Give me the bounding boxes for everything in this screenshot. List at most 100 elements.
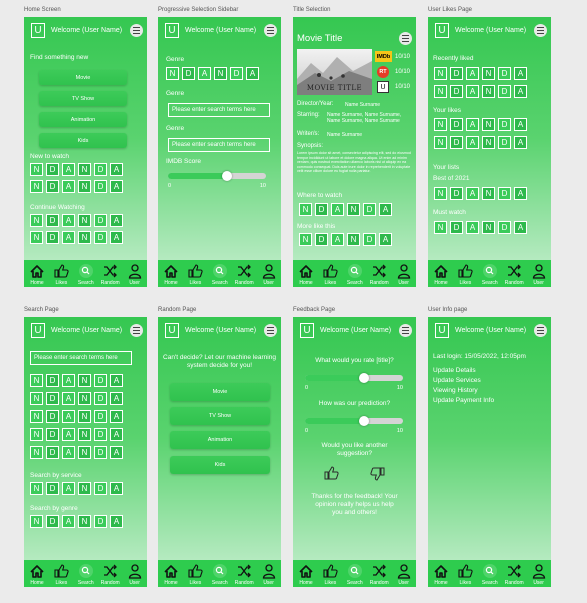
nav-search[interactable]: Search: [343, 260, 367, 287]
search-input[interactable]: Please enter search terms here: [168, 103, 270, 117]
content-tile[interactable]: A: [246, 67, 259, 80]
content-tile[interactable]: A: [110, 446, 123, 459]
content-tile[interactable]: D: [46, 180, 59, 193]
content-tile[interactable]: A: [110, 428, 123, 441]
content-tile[interactable]: A: [62, 231, 75, 244]
content-tile[interactable]: D: [94, 214, 107, 227]
content-tile[interactable]: D: [498, 67, 511, 80]
content-tile[interactable]: A: [62, 374, 75, 387]
content-tile[interactable]: A: [62, 446, 75, 459]
content-tile[interactable]: A: [514, 67, 527, 80]
content-tile[interactable]: N: [30, 410, 43, 423]
content-tile[interactable]: D: [46, 446, 59, 459]
content-tile[interactable]: D: [498, 136, 511, 149]
content-tile[interactable]: A: [110, 410, 123, 423]
search-input[interactable]: Please enter search terms here: [30, 351, 132, 365]
nav-home[interactable]: Home: [25, 260, 49, 287]
content-tile[interactable]: N: [78, 374, 91, 387]
nav-likes[interactable]: Likes: [183, 560, 207, 587]
kids-button[interactable]: Kids: [170, 456, 270, 474]
nav-home[interactable]: Home: [294, 560, 318, 587]
update-details-link[interactable]: Update Details: [433, 366, 476, 376]
content-tile[interactable]: N: [434, 136, 447, 149]
content-tile[interactable]: A: [466, 221, 479, 234]
content-tile[interactable]: D: [498, 118, 511, 131]
nav-user[interactable]: User: [257, 560, 281, 587]
nav-user[interactable]: User: [257, 260, 281, 287]
content-tile[interactable]: N: [347, 203, 360, 216]
content-tile[interactable]: D: [94, 374, 107, 387]
nav-random[interactable]: Random: [502, 560, 526, 587]
content-tile[interactable]: D: [315, 203, 328, 216]
content-tile[interactable]: D: [450, 187, 463, 200]
content-tile[interactable]: D: [450, 67, 463, 80]
content-tile[interactable]: D: [450, 221, 463, 234]
content-tile[interactable]: N: [166, 67, 179, 80]
content-tile[interactable]: D: [94, 515, 107, 528]
nav-user[interactable]: User: [392, 560, 416, 587]
content-tile[interactable]: A: [110, 214, 123, 227]
content-tile[interactable]: A: [62, 482, 75, 495]
nav-search[interactable]: Search: [74, 560, 98, 587]
update-payment-link[interactable]: Update Payment Info: [433, 396, 494, 406]
thumbs-up-icon[interactable]: [323, 465, 339, 481]
kids-button[interactable]: Kids: [39, 133, 127, 148]
prediction-slider[interactable]: 0 10: [305, 416, 403, 434]
content-tile[interactable]: A: [110, 515, 123, 528]
movie-button[interactable]: Movie: [39, 70, 127, 85]
content-tile[interactable]: N: [78, 392, 91, 405]
content-tile[interactable]: N: [78, 410, 91, 423]
movie-button[interactable]: Movie: [170, 383, 270, 401]
content-tile[interactable]: A: [62, 214, 75, 227]
content-tile[interactable]: N: [434, 118, 447, 131]
content-tile[interactable]: A: [331, 203, 344, 216]
update-services-link[interactable]: Update Services: [433, 376, 481, 386]
content-tile[interactable]: N: [78, 163, 91, 176]
content-tile[interactable]: A: [62, 428, 75, 441]
content-tile[interactable]: N: [30, 428, 43, 441]
content-tile[interactable]: D: [46, 163, 59, 176]
content-tile[interactable]: D: [46, 410, 59, 423]
content-tile[interactable]: D: [46, 392, 59, 405]
content-tile[interactable]: N: [299, 203, 312, 216]
nav-user[interactable]: User: [392, 260, 416, 287]
tv-show-button[interactable]: TV Show: [39, 91, 127, 106]
content-tile[interactable]: A: [110, 231, 123, 244]
nav-home[interactable]: Home: [429, 260, 453, 287]
content-tile[interactable]: D: [94, 428, 107, 441]
content-tile[interactable]: D: [363, 233, 376, 246]
content-tile[interactable]: N: [30, 392, 43, 405]
content-tile[interactable]: D: [94, 446, 107, 459]
content-tile[interactable]: N: [30, 180, 43, 193]
content-tile[interactable]: N: [30, 482, 43, 495]
slider-knob[interactable]: [358, 416, 369, 426]
content-tile[interactable]: A: [466, 85, 479, 98]
content-tile[interactable]: N: [78, 446, 91, 459]
content-tile[interactable]: N: [30, 374, 43, 387]
nav-likes[interactable]: Likes: [318, 260, 342, 287]
content-tile[interactable]: A: [466, 187, 479, 200]
tv-show-button[interactable]: TV Show: [170, 407, 270, 425]
content-tile[interactable]: A: [62, 163, 75, 176]
content-tile[interactable]: N: [78, 231, 91, 244]
content-tile[interactable]: A: [379, 203, 392, 216]
content-tile[interactable]: A: [466, 136, 479, 149]
nav-search[interactable]: Search: [208, 260, 232, 287]
content-tile[interactable]: A: [514, 187, 527, 200]
content-tile[interactable]: D: [94, 163, 107, 176]
content-tile[interactable]: D: [46, 374, 59, 387]
nav-user[interactable]: User: [527, 560, 551, 587]
nav-search[interactable]: Search: [343, 560, 367, 587]
content-tile[interactable]: D: [46, 515, 59, 528]
content-tile[interactable]: A: [110, 163, 123, 176]
viewing-history-link[interactable]: Viewing History: [433, 386, 478, 396]
content-tile[interactable]: A: [331, 233, 344, 246]
content-tile[interactable]: A: [62, 392, 75, 405]
imdb-slider[interactable]: 0 10: [168, 171, 266, 189]
nav-search[interactable]: Search: [208, 560, 232, 587]
content-tile[interactable]: N: [78, 428, 91, 441]
content-tile[interactable]: N: [30, 214, 43, 227]
content-tile[interactable]: D: [46, 214, 59, 227]
content-tile[interactable]: N: [434, 187, 447, 200]
rating-slider[interactable]: 0 10: [305, 373, 403, 391]
